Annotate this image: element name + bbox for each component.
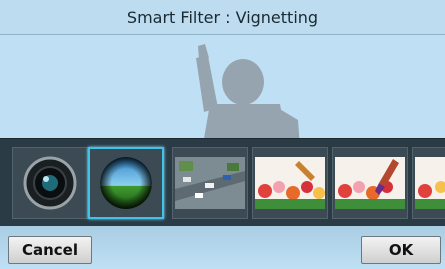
ok-button[interactable]: OK [361, 236, 441, 264]
page-title: Smart Filter : Vignetting [126, 7, 319, 27]
cancel-button-label: Cancel [21, 241, 78, 259]
miniature-city-icon [175, 157, 245, 209]
painting-flowers-brush-icon [335, 157, 405, 209]
filter-thumb-miniature[interactable] [172, 147, 248, 219]
filter-thumb-vignetting[interactable] [88, 147, 164, 219]
ok-button-label: OK [388, 241, 414, 259]
flowers-partial-icon [415, 157, 445, 209]
fisheye-lens-icon [23, 156, 77, 210]
painting-flowers-icon [255, 157, 325, 209]
camera-screen: Smart Filter : Vignetting Cancel OK [0, 0, 445, 269]
filter-thumb-partial[interactable] [412, 147, 445, 219]
filter-thumb-fisheye[interactable] [12, 147, 88, 219]
cancel-button[interactable]: Cancel [8, 236, 92, 264]
title-bar: Smart Filter : Vignetting [0, 0, 445, 35]
vignetting-globe-icon [100, 157, 152, 209]
filter-carousel[interactable] [0, 138, 445, 227]
filter-thumb-painting[interactable] [252, 147, 328, 219]
filter-thumb-brush[interactable] [332, 147, 408, 219]
